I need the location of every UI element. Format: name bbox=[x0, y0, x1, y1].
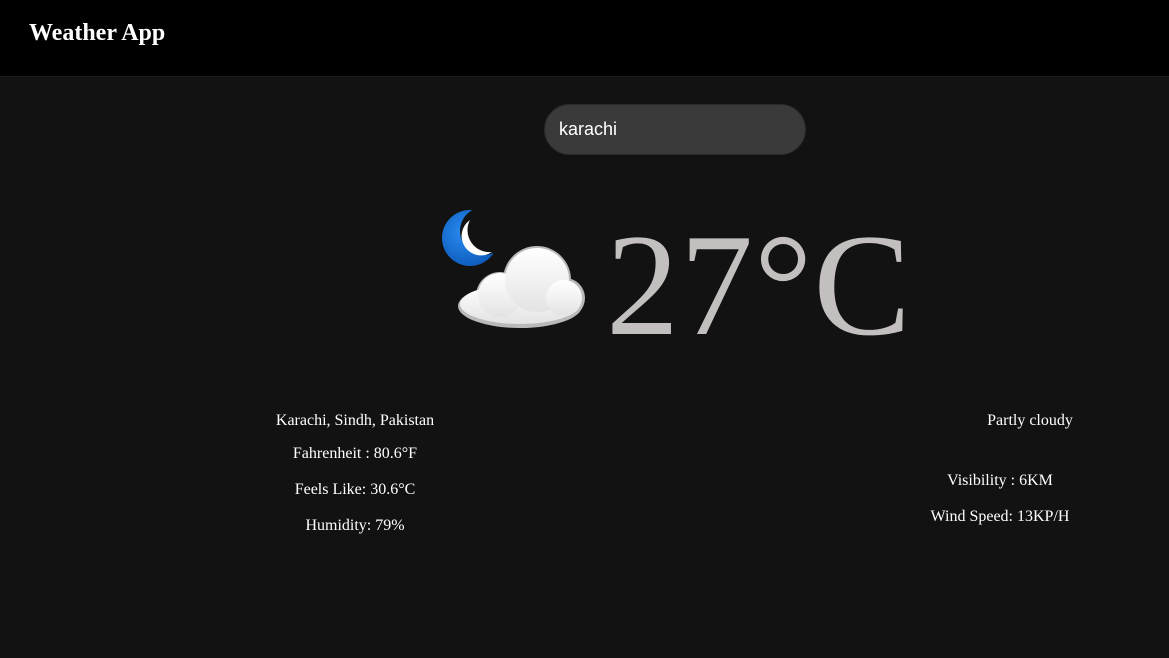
condition-label: Partly cloudy bbox=[987, 412, 1073, 429]
location-label: Karachi, Sindh, Pakistan bbox=[275, 412, 435, 429]
visibility-label: Visibility : 6KM bbox=[947, 472, 1053, 489]
app-title: Weather App bbox=[29, 20, 166, 46]
temperature-display: 27°C bbox=[606, 204, 912, 366]
wind-speed-label: Wind Speed: 13KP/H bbox=[930, 508, 1070, 525]
humidity-label: Humidity: 79% bbox=[305, 517, 405, 534]
feels-like-label: Feels Like: 30.6°C bbox=[294, 481, 416, 498]
moon-cloud-icon bbox=[440, 206, 585, 332]
app-header: Weather App bbox=[0, 0, 1169, 77]
fahrenheit-label: Fahrenheit : 80.6°F bbox=[292, 445, 418, 462]
city-search-input[interactable] bbox=[544, 104, 806, 155]
